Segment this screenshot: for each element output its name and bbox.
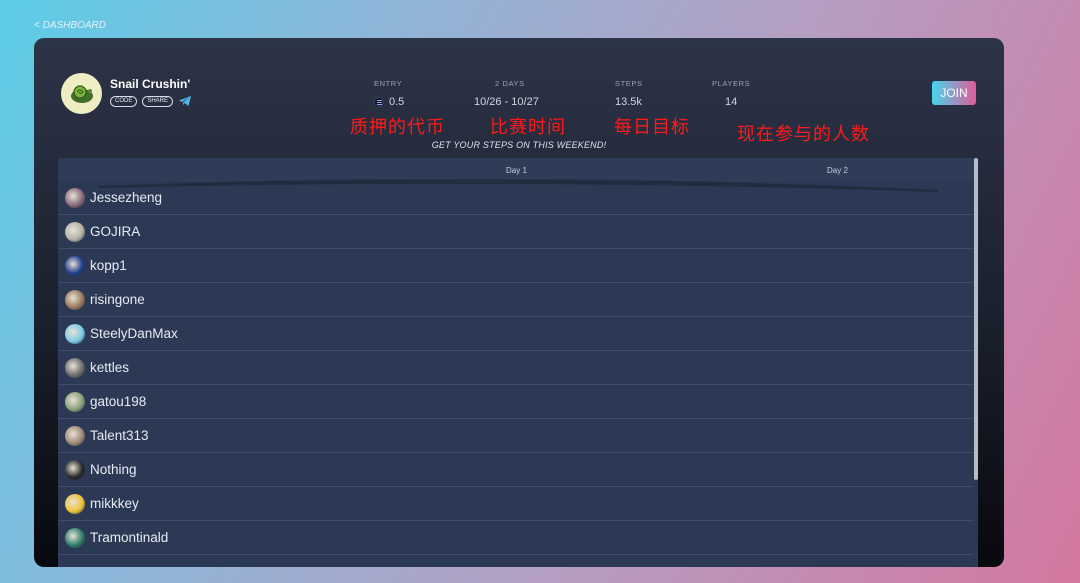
- player-row[interactable]: mikkkey: [58, 487, 974, 521]
- player-avatar: [65, 255, 85, 276]
- player-avatar: [65, 391, 85, 412]
- player-avatar: [65, 527, 85, 548]
- stat-entry: ENTRY 0.5: [374, 79, 404, 108]
- code-button[interactable]: CODE: [110, 95, 138, 107]
- player-name: GOJIRA: [90, 224, 141, 239]
- player-name: Nothing: [90, 462, 137, 477]
- stat-steps-value: 13.5k: [615, 96, 642, 108]
- player-name: Tramontinald: [90, 530, 169, 545]
- player-avatar: [65, 459, 85, 480]
- stat-steps: STEPS 13.5k: [615, 79, 643, 108]
- challenge-avatar: [61, 73, 102, 114]
- player-name: Talent313: [90, 428, 149, 443]
- column-day-1: Day 1: [506, 166, 527, 175]
- player-row[interactable]: SteelyDanMax: [58, 317, 974, 351]
- leaderboard-header: Day 1 Day 2: [58, 158, 978, 192]
- entry-amount: 0.5: [389, 96, 405, 108]
- challenge-name: Snail Crushin': [110, 77, 191, 91]
- player-row[interactable]: GOJIRA: [58, 215, 974, 249]
- player-row[interactable]: Jessezheng: [58, 181, 974, 215]
- stat-days: 2 DAYS 10/26 - 10/27: [474, 79, 539, 108]
- token-coin-icon: [374, 97, 384, 107]
- player-avatar: [65, 221, 85, 242]
- stat-steps-label: STEPS: [615, 79, 643, 88]
- join-button[interactable]: JOIN: [932, 81, 976, 105]
- player-row[interactable]: Nothing: [58, 453, 974, 487]
- player-avatar: [65, 357, 85, 378]
- leaderboard-scrollbar[interactable]: [974, 158, 978, 480]
- column-day-2: Day 2: [827, 166, 848, 175]
- player-name: kettles: [90, 360, 130, 375]
- player-avatar: [65, 187, 85, 208]
- snail-icon: [70, 84, 93, 103]
- player-name: risingone: [90, 292, 145, 307]
- player-name: SteelyDanMax: [90, 326, 178, 341]
- stat-players-value: 14: [725, 96, 738, 108]
- player-name: Jessezheng: [90, 190, 163, 205]
- player-avatar: [65, 289, 85, 310]
- player-row[interactable]: risingone: [58, 283, 974, 317]
- player-avatar: [65, 323, 85, 344]
- back-to-dashboard-link[interactable]: < DASHBOARD: [34, 20, 106, 31]
- stat-entry-label: ENTRY: [374, 79, 403, 88]
- annotation-entry: 质押的代币: [350, 117, 445, 138]
- player-row[interactable]: gatou198: [58, 385, 974, 419]
- annotation-steps: 每日目标: [614, 117, 690, 138]
- player-row[interactable]: Tramontinald: [58, 521, 974, 555]
- challenge-actions: CODE SHARE: [110, 95, 192, 107]
- stat-players-label: PLAYERS: [712, 79, 751, 88]
- player-row[interactable]: Talent313: [58, 419, 974, 453]
- player-avatar: [65, 493, 85, 514]
- challenge-panel: Snail Crushin' CODE SHARE ENTRY 0.5 2 DA…: [34, 38, 1004, 567]
- stat-days-label: 2 DAYS: [495, 79, 525, 88]
- telegram-icon[interactable]: [178, 95, 192, 107]
- stat-players: PLAYERS 14: [712, 79, 750, 108]
- leaderboard-rows: Jessezheng GOJIRA kopp1 risingone SteelyDanM…: [58, 181, 974, 555]
- player-name: gatou198: [90, 394, 147, 409]
- annotation-days: 比赛时间: [490, 117, 566, 138]
- player-name: mikkkey: [90, 496, 139, 511]
- player-row[interactable]: kopp1: [58, 249, 974, 283]
- challenge-header: Snail Crushin' CODE SHARE ENTRY 0.5 2 DA…: [34, 38, 1004, 158]
- share-button[interactable]: SHARE: [142, 95, 174, 107]
- player-name: kopp1: [90, 258, 127, 273]
- player-avatar: [65, 425, 85, 446]
- stat-days-value: 10/26 - 10/27: [474, 96, 539, 108]
- stat-entry-value: 0.5: [374, 96, 404, 108]
- leaderboard: Day 1 Day 2 Jessezheng GOJIRA kopp1 risingo…: [58, 158, 978, 567]
- challenge-tagline: GET YOUR STEPS ON THIS WEEKEND!: [431, 140, 607, 150]
- player-row[interactable]: kettles: [58, 351, 974, 385]
